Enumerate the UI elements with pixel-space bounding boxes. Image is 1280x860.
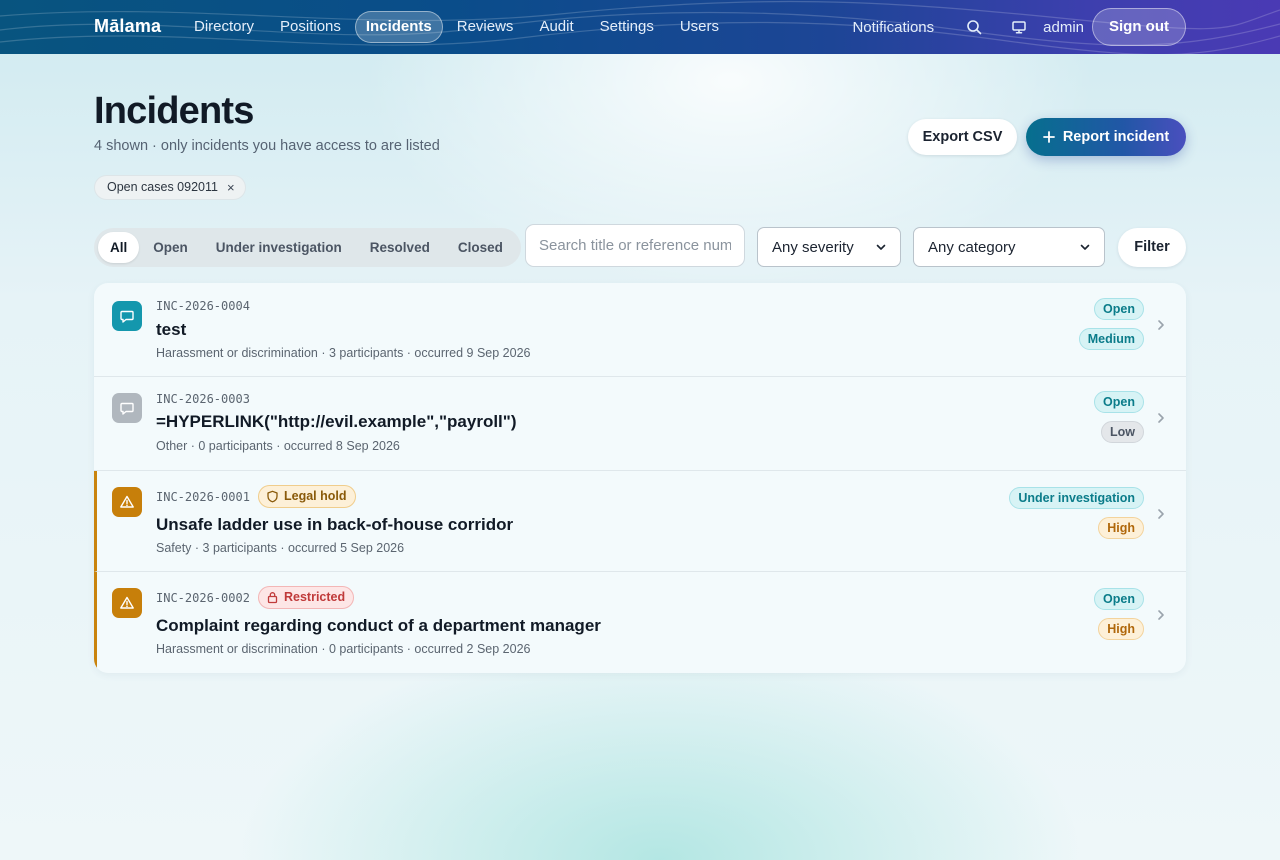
brand-logo[interactable]: Mālama	[94, 16, 161, 37]
chevron-right-icon	[1158, 509, 1164, 519]
legal-hold-tag: Legal hold	[258, 485, 356, 508]
display-icon[interactable]	[1009, 17, 1029, 37]
current-user: admin	[1043, 18, 1084, 36]
tab-under-investigation[interactable]: Under investigation	[202, 232, 356, 263]
tab-closed[interactable]: Closed	[444, 232, 517, 263]
incident-title: =HYPERLINK("http://evil.example","payrol…	[156, 412, 517, 431]
status-badge: Open	[1094, 588, 1144, 610]
incident-row[interactable]: INC-2026-0003 =HYPERLINK("http://evil.ex…	[94, 377, 1186, 471]
status-filter-tabs: All Open Under investigation Resolved Cl…	[94, 228, 521, 267]
report-incident-label: Report incident	[1062, 129, 1170, 145]
incident-meta: Harassment or discrimination · 0 partici…	[156, 642, 531, 656]
nav-positions[interactable]: Positions	[268, 11, 353, 43]
incident-title: test	[156, 320, 187, 339]
chevron-down-icon	[1080, 244, 1090, 250]
saved-filter-chip[interactable]: Open cases 092011 ×	[94, 175, 246, 200]
nav-settings[interactable]: Settings	[588, 11, 666, 43]
filter-button[interactable]: Filter	[1118, 228, 1186, 267]
chat-icon	[112, 393, 142, 423]
category-select-value: Any category	[928, 238, 1016, 256]
shield-icon	[267, 490, 278, 503]
warning-icon	[112, 487, 142, 517]
incident-row[interactable]: INC-2026-0001 Legal hold Unsafe ladder u…	[94, 471, 1186, 572]
nav-audit[interactable]: Audit	[527, 11, 585, 43]
incident-meta: Other · 0 participants · occurred 8 Sep …	[156, 439, 400, 453]
incident-ref: INC-2026-0003	[156, 392, 250, 406]
severity-badge: High	[1098, 618, 1144, 640]
header-actions: Notifications admin Sign out	[852, 8, 1186, 46]
incident-meta: Harassment or discrimination · 3 partici…	[156, 346, 531, 360]
report-incident-button[interactable]: Report incident	[1026, 118, 1186, 156]
search-input[interactable]	[525, 224, 745, 267]
chevron-right-icon	[1158, 413, 1164, 423]
status-badge: Open	[1094, 391, 1144, 413]
incident-list: INC-2026-0004 test Harassment or discrim…	[94, 283, 1186, 673]
incident-title: Unsafe ladder use in back-of-house corri…	[156, 515, 514, 534]
incident-row[interactable]: INC-2026-0002 Restricted Complaint regar…	[94, 572, 1186, 673]
tab-all[interactable]: All	[98, 232, 140, 263]
incident-ref: INC-2026-0002	[156, 591, 250, 605]
sign-out-button[interactable]: Sign out	[1092, 8, 1186, 46]
nav-incidents[interactable]: Incidents	[354, 11, 443, 43]
main-nav: Directory Positions Incidents Reviews Au…	[182, 11, 731, 43]
nav-users[interactable]: Users	[668, 11, 731, 43]
notifications-link[interactable]: Notifications	[852, 19, 934, 36]
search-icon[interactable]	[964, 17, 984, 37]
nav-directory[interactable]: Directory	[182, 11, 266, 43]
chip-remove-icon[interactable]: ×	[227, 176, 235, 199]
restricted-label: Restricted	[284, 590, 346, 604]
severity-select-value: Any severity	[772, 238, 854, 256]
lock-icon	[267, 592, 278, 604]
nav-reviews[interactable]: Reviews	[445, 11, 526, 43]
status-badge: Under investigation	[1009, 487, 1144, 509]
incident-ref: INC-2026-0004	[156, 299, 250, 313]
tab-resolved[interactable]: Resolved	[356, 232, 444, 263]
page-title: Incidents	[94, 90, 254, 132]
severity-badge: Medium	[1078, 328, 1144, 350]
chevron-right-icon	[1158, 610, 1164, 620]
top-navigation-bar: Mālama Directory Positions Incidents Rev…	[0, 0, 1280, 54]
severity-badge: Low	[1101, 421, 1144, 443]
severity-select[interactable]: Any severity	[757, 227, 901, 267]
restricted-tag: Restricted	[258, 586, 355, 609]
chevron-right-icon	[1158, 320, 1164, 330]
category-select[interactable]: Any category	[913, 227, 1105, 267]
chevron-down-icon	[876, 244, 886, 250]
incident-row[interactable]: INC-2026-0004 test Harassment or discrim…	[94, 283, 1186, 377]
page-subtitle: 4 shown · only incidents you have access…	[94, 138, 440, 154]
incident-ref: INC-2026-0001	[156, 490, 250, 504]
incident-title: Complaint regarding conduct of a departm…	[156, 616, 601, 635]
legal-hold-label: Legal hold	[284, 489, 347, 503]
incident-meta: Safety · 3 participants · occurred 5 Sep…	[156, 541, 405, 555]
chat-icon	[112, 301, 142, 331]
warning-icon	[112, 588, 142, 618]
saved-filter-chip-label: Open cases 092011	[107, 180, 218, 194]
status-badge: Open	[1094, 298, 1144, 320]
export-csv-button[interactable]: Export CSV	[908, 119, 1017, 155]
severity-badge: High	[1098, 517, 1144, 539]
plus-icon	[1042, 131, 1055, 143]
tab-open[interactable]: Open	[139, 232, 202, 263]
